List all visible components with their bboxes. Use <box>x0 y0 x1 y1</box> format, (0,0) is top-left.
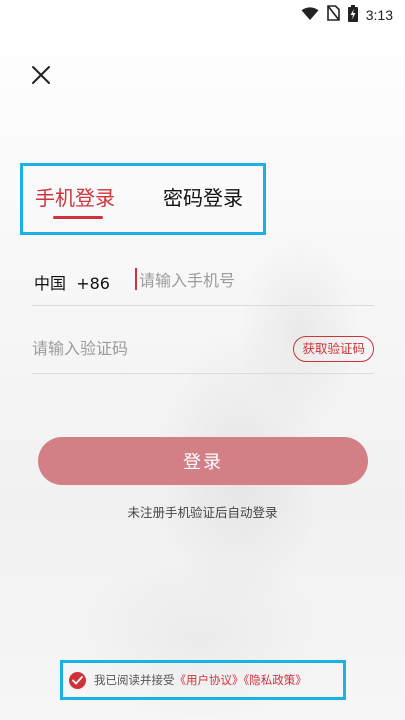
input-caret <box>135 268 137 290</box>
country-name: 中国 <box>34 274 67 293</box>
agreement-checkbox[interactable] <box>69 671 86 689</box>
status-bar: 3:13 <box>0 0 405 30</box>
login-tabs: 手机登录 密码登录 <box>20 163 266 235</box>
code-row: 获取验证码 <box>32 328 374 374</box>
tab-phone-login[interactable]: 手机登录 <box>35 182 115 211</box>
check-icon <box>72 675 83 685</box>
phone-input[interactable] <box>139 266 369 294</box>
no-sim-icon <box>326 5 340 25</box>
privacy-policy-link[interactable]: 《隐私政策》 <box>244 673 307 687</box>
phone-row: 中国 +86 <box>32 260 374 306</box>
agreement-prefix: 我已阅读并接受 <box>94 673 175 687</box>
active-tab-indicator <box>53 216 103 219</box>
battery-charging-icon <box>347 4 358 26</box>
close-button[interactable] <box>26 62 56 92</box>
agreement-text: 我已阅读并接受《用户协议》《隐私政策》 <box>94 672 307 688</box>
country-code-selector[interactable]: 中国 +86 <box>34 270 110 294</box>
wifi-icon <box>301 6 319 25</box>
auto-register-hint: 未注册手机验证后自动登录 <box>127 505 278 520</box>
agreement-row: 我已阅读并接受《用户协议》《隐私政策》 <box>60 660 346 700</box>
close-icon <box>31 65 51 89</box>
get-code-button[interactable]: 获取验证码 <box>293 336 374 362</box>
verification-code-input[interactable] <box>32 334 262 362</box>
country-dial-code: +86 <box>76 274 110 293</box>
status-time: 3:13 <box>365 7 393 23</box>
tab-password-login[interactable]: 密码登录 <box>163 182 243 211</box>
user-agreement-link[interactable]: 《用户协议》 <box>175 673 244 687</box>
login-button[interactable]: 登录 <box>38 437 368 485</box>
